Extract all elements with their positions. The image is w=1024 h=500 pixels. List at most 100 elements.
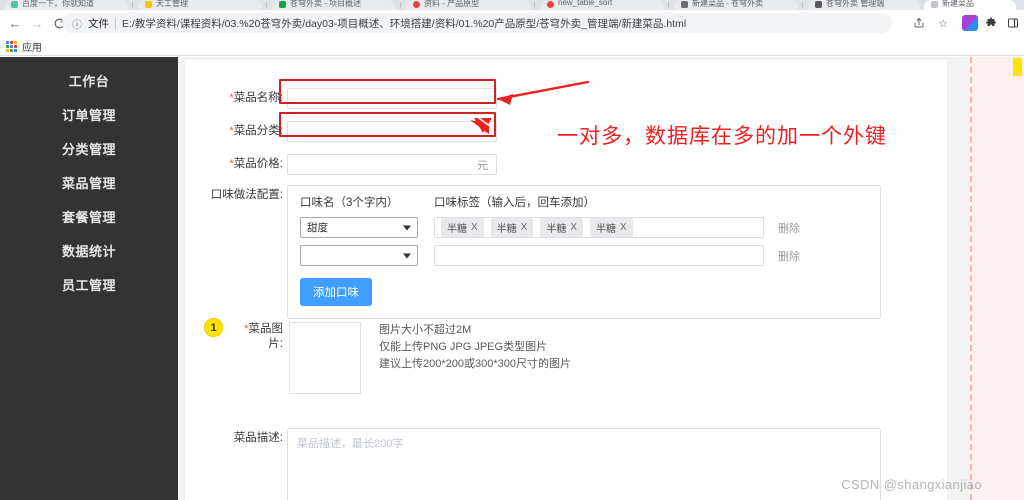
field-dish-price-label: *菜品价格: — [229, 158, 283, 170]
app-sidebar: 工作台 订单管理 分类管理 菜品管理 套餐管理 数据统计 员工管理 — [0, 57, 178, 500]
dish-image-uploader[interactable] — [289, 322, 361, 394]
chevron-down-icon: ▾ — [483, 126, 488, 136]
tab-title: 苍穹外卖 - 项目概述 — [290, 0, 362, 8]
field-flavor-config-label: 口味做法配置: — [210, 189, 283, 201]
flavor-delete-link[interactable]: 删除 — [778, 220, 800, 236]
flavor-config-panel: 口味名（3个字内） 口味标签（输入后，回车添加） 甜度 半糖 X 半糖 X 半糖 X … — [287, 185, 881, 319]
annotation-note-text: 一对多，数据库在多的加一个外键 — [557, 125, 887, 148]
tab-favicon — [681, 1, 688, 8]
close-icon[interactable]: X — [620, 222, 627, 233]
flavor-tag-label: 半糖 — [546, 224, 567, 235]
bookmark-star-icon[interactable]: ☆ — [936, 16, 950, 30]
url-text: E:/教学资料/课程资料/03.%20苍穹外卖/day03-项目概述、环境搭建/… — [122, 17, 687, 30]
flavor-tag[interactable]: 半糖 X — [441, 218, 484, 237]
tab-favicon — [145, 1, 152, 8]
tab-title: 天工管理 — [156, 0, 188, 8]
omnibox-divider — [115, 17, 116, 29]
flavor-tag[interactable]: 半糖 X — [490, 218, 534, 237]
chevron-down-icon — [403, 225, 411, 230]
tab-title: new_table_sort — [558, 0, 613, 7]
browser-tab[interactable]: 天工管理 — [138, 0, 262, 10]
browser-tab[interactable]: 百度一下，你就知道 — [4, 0, 128, 10]
sidebar-item-workbench[interactable]: 工作台 — [0, 63, 178, 97]
tab-separator — [668, 2, 669, 8]
field-dish-description: 菜品描述: 菜品描述，最长200字 — [195, 428, 881, 500]
browser-tab[interactable]: 资料 - 产品原型 — [406, 0, 530, 10]
field-dish-name: *菜品名称: — [195, 88, 497, 109]
share-icon[interactable] — [912, 16, 926, 30]
sidebar-item-label: 工作台 — [68, 73, 110, 89]
field-dish-category: *菜品分类: ▾ — [195, 121, 497, 142]
tab-title: 新建菜品 — [942, 0, 974, 8]
close-icon[interactable]: X — [521, 222, 528, 233]
sidebar-item-categories[interactable]: 分类管理 — [0, 131, 178, 165]
sidebar-item-statistics[interactable]: 数据统计 — [0, 233, 178, 267]
tab-favicon — [11, 1, 18, 8]
site-info-icon[interactable]: ⓘ — [72, 16, 82, 31]
sidebar-item-label: 套餐管理 — [61, 209, 116, 225]
tab-favicon — [547, 1, 554, 8]
url-scheme-label: 文件 — [88, 17, 109, 30]
extension-icon[interactable] — [962, 15, 978, 31]
flavor-name-select[interactable] — [300, 245, 418, 266]
dish-description-placeholder: 菜品描述，最长200字 — [297, 438, 404, 450]
sidebar-item-orders[interactable]: 订单管理 — [0, 97, 178, 131]
flavor-tag-input[interactable] — [434, 245, 764, 266]
flavor-name-select[interactable]: 甜度 — [300, 217, 418, 238]
tab-separator — [534, 2, 535, 8]
dish-category-select[interactable]: ▾ — [287, 121, 497, 142]
close-icon[interactable]: X — [570, 222, 577, 233]
sidebar-item-label: 分类管理 — [61, 141, 116, 157]
flavor-name-header: 口味名（3个字内） — [300, 197, 399, 209]
close-icon[interactable]: X — [471, 222, 478, 233]
browser-tab[interactable]: 新建菜品 - 苍穹外卖 — [674, 0, 798, 10]
add-flavor-button[interactable]: 添加口味 — [300, 278, 372, 306]
field-dish-category-label: *菜品分类: — [229, 125, 283, 137]
screenshot-root: 百度一下，你就知道 天工管理 苍穹外卖 - 项目概述 资料 - 产品原型 new… — [0, 0, 1024, 500]
flavor-tag-label: 半糖 — [447, 224, 467, 235]
chevron-down-icon — [403, 253, 411, 258]
tab-title: 苍穹外卖 管理端 — [826, 0, 885, 8]
field-dish-image: *菜品图 片: 图片大小不超过2M 仅能上传PNG JPG JPEG类型图片 建… — [195, 322, 571, 394]
browser-tab[interactable]: new_table_sort — [540, 0, 664, 10]
sidebar-item-setmeal[interactable]: 套餐管理 — [0, 199, 178, 233]
sidebar-item-dishes[interactable]: 菜品管理 — [0, 165, 178, 199]
flavor-column-headers: 口味名（3个字内） 口味标签（输入后，回车添加） — [300, 194, 868, 210]
flavor-tag-label: 半糖 — [496, 224, 517, 235]
back-icon[interactable]: ← — [6, 14, 24, 32]
tab-favicon — [413, 1, 420, 8]
annotation-dashed-divider — [970, 57, 972, 500]
tab-favicon — [279, 1, 286, 8]
flavor-tag[interactable]: 半糖 X — [590, 218, 633, 237]
flavor-tag-input[interactable]: 半糖 X 半糖 X 半糖 X 半糖 X — [434, 217, 764, 238]
tab-favicon — [815, 1, 822, 8]
tab-separator — [400, 2, 401, 8]
field-dish-price: *菜品价格: 元 — [195, 154, 497, 175]
annotation-badge-1: 1 — [204, 318, 223, 337]
browser-tab-strip: 百度一下，你就知道 天工管理 苍穹外卖 - 项目概述 资料 - 产品原型 new… — [0, 0, 1024, 10]
tab-title: 资料 - 产品原型 — [424, 0, 480, 8]
dish-description-textarea[interactable]: 菜品描述，最长200字 — [287, 428, 881, 500]
browser-toolbar: ← → ⓘ 文件 E:/教学资料/课程资料/03.%20苍穹外卖/day03-项… — [0, 10, 1024, 36]
address-bar[interactable]: ⓘ 文件 E:/教学资料/课程资料/03.%20苍穹外卖/day03-项目概述、… — [62, 13, 892, 33]
browser-tab-active[interactable]: 新建菜品 — [924, 0, 1016, 10]
watermark: CSDN @shangxianjiao — [841, 477, 982, 492]
dish-price-input[interactable]: 元 — [287, 154, 497, 175]
dish-name-input[interactable] — [287, 88, 497, 109]
sidebar-item-employees[interactable]: 员工管理 — [0, 267, 178, 301]
browser-tab[interactable]: 苍穹外卖 管理端 — [808, 0, 920, 10]
annotation-side-band — [972, 57, 1024, 500]
puzzle-extensions-icon[interactable] — [984, 16, 998, 30]
bookmark-apps[interactable]: 应用 — [6, 39, 42, 54]
flavor-delete-link[interactable]: 删除 — [778, 248, 800, 264]
field-flavor-config: 口味做法配置: 口味名（3个字内） 口味标签（输入后，回车添加） 甜度 半糖X — [175, 185, 881, 319]
forward-icon[interactable]: → — [28, 14, 46, 32]
flavor-row: 删除 — [300, 245, 868, 266]
flavor-tag[interactable]: 半糖 X — [540, 218, 584, 237]
side-panel-icon[interactable] — [1006, 16, 1020, 30]
sidebar-item-label: 订单管理 — [61, 107, 116, 123]
image-tip-line: 仅能上传PNG JPG JPEG类型图片 — [379, 341, 548, 353]
tab-separator — [266, 2, 267, 8]
browser-tab[interactable]: 苍穹外卖 - 项目概述 — [272, 0, 396, 10]
bookmarks-bar: 应用 — [0, 36, 1024, 56]
